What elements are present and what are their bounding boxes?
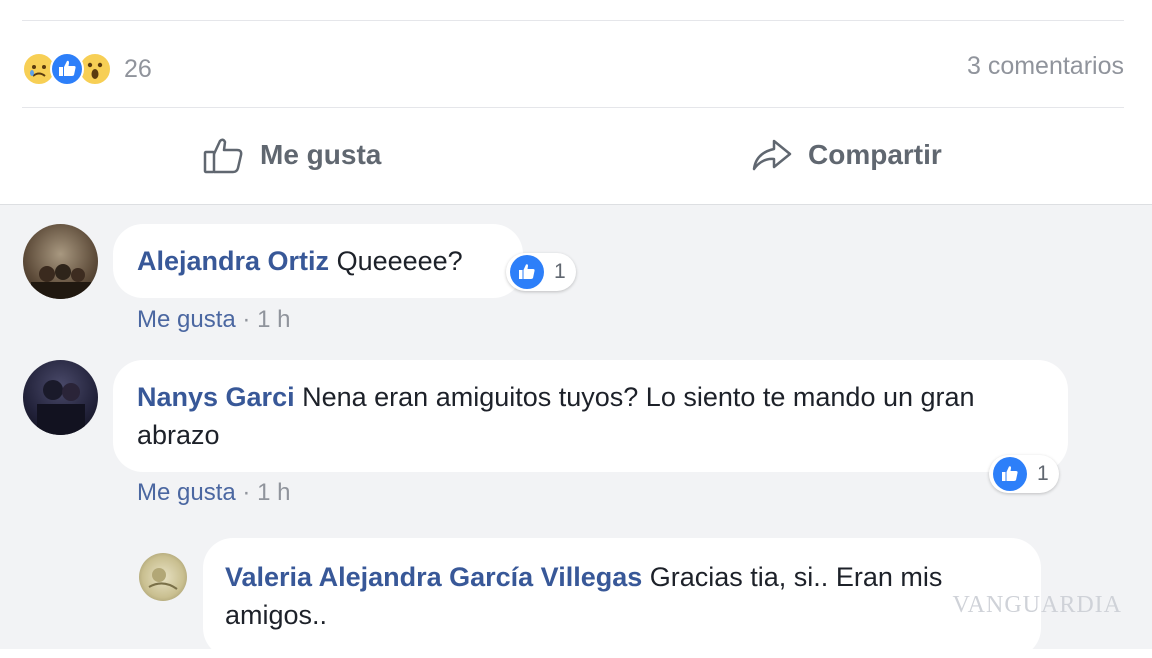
like-reaction-icon [510,255,544,289]
like-button[interactable]: Me gusta [202,130,381,180]
reply-bubble: Valeria Alejandra García Villegas Gracia… [203,538,1041,658]
comment-bubble: Nanys Garci Nena eran amiguitos tuyos? L… [113,360,1068,472]
comment-like-count: 1 [1037,462,1049,485]
post-footer: 26 3 comentarios Me gusta Compartir [0,0,1152,204]
comment-like-link[interactable]: Me gusta [137,306,236,333]
comment-author[interactable]: Nanys Garci [137,382,295,412]
comment-like-badge[interactable]: 1 [989,455,1059,493]
watermark: VANGUARDIA [952,592,1122,618]
reaction-count[interactable]: 26 [124,55,152,84]
thumbs-up-outline-icon [203,138,243,174]
share-button-label: Compartir [808,139,942,170]
like-reaction-icon [50,52,84,86]
reply-author[interactable]: Valeria Alejandra García Villegas [225,562,642,592]
comment-meta: Me gusta · 1 h [137,479,290,507]
comments-count-link[interactable]: 3 comentarios [967,52,1124,81]
comment-meta: Me gusta · 1 h [137,306,290,334]
like-button-label: Me gusta [260,139,382,170]
comment-like-count: 1 [554,260,566,283]
avatar[interactable] [139,553,187,601]
comment-like-badge[interactable]: 1 [506,253,576,291]
share-arrow-icon [752,139,792,171]
comment-bubble: Alejandra Ortiz Queeeee? [113,224,523,298]
comment-text: Queeeee? [336,246,463,276]
avatar[interactable] [23,360,98,435]
actions-divider [22,107,1124,108]
like-reaction-icon [993,457,1027,491]
avatar[interactable] [23,224,98,299]
comment-time[interactable]: 1 h [257,479,290,506]
reactions-summary[interactable]: 26 [22,50,152,88]
comment-author[interactable]: Alejandra Ortiz [137,246,329,276]
top-divider [22,20,1124,21]
comment-time[interactable]: 1 h [257,306,290,333]
comment-like-link[interactable]: Me gusta [137,479,236,506]
share-button[interactable]: Compartir [750,130,942,180]
meta-separator: · [242,479,258,506]
meta-separator: · [242,306,258,333]
